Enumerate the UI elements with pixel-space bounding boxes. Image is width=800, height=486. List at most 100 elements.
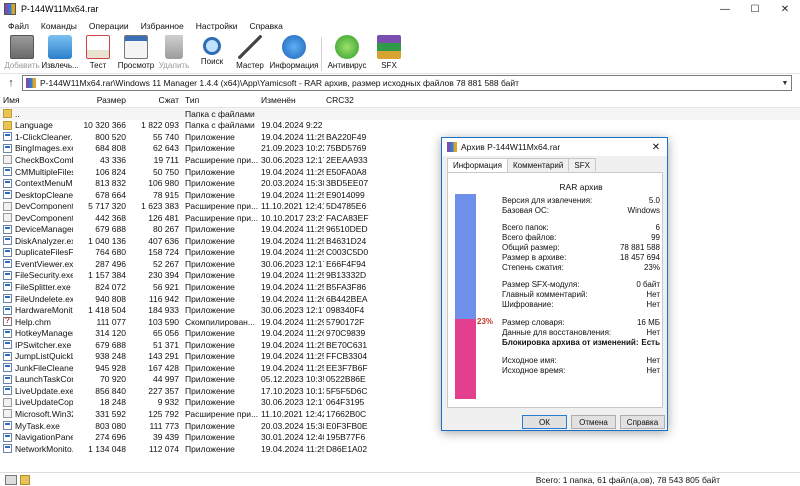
toolbar-info-button[interactable]: Информация: [269, 34, 319, 74]
file-type: Приложение: [185, 362, 235, 373]
file-row[interactable]: Help.chm 111 077 103 590 Скомпилирован... 19…: [0, 316, 800, 328]
file-row[interactable]: IPSwitcher.exe 679 688 51 371 Приложение 19.…: [0, 339, 800, 351]
file-row[interactable]: LiveUpdate.exe 856 840 227 357 Приложение 17…: [0, 385, 800, 397]
toolbar-view-button[interactable]: Просмотр: [117, 34, 155, 74]
ok-button[interactable]: ОК: [522, 415, 567, 429]
file-row[interactable]: 1-ClickCleaner.e... 800 520 55 740 Приложен…: [0, 131, 800, 143]
close-button[interactable]: ✕: [770, 0, 800, 18]
toolbar-test-button[interactable]: Тест: [79, 34, 117, 74]
file-name-text: MyTask.exe: [15, 420, 60, 431]
file-type: Приложение: [185, 432, 235, 443]
file-modified: 30.06.2023 12:17: [261, 397, 324, 408]
column-header-type[interactable]: Тип: [181, 95, 259, 105]
file-packed-size: 50 750: [153, 166, 179, 177]
file-row[interactable]: HardwareMonit... 1 418 504 184 933 Приложен…: [0, 304, 800, 316]
file-row[interactable]: BingImages.exe 684 808 62 643 Приложение 21.…: [0, 143, 800, 155]
file-modified: 20.03.2024 15:38: [261, 178, 324, 189]
file-name-text: DesktopCleaner...: [15, 189, 73, 200]
cancel-button[interactable]: Отмена: [571, 415, 616, 429]
tab-info[interactable]: Информация: [447, 158, 508, 172]
file-row[interactable]: DiskAnalyzer.exe 1 040 136 407 636 Приложен…: [0, 235, 800, 247]
file-row[interactable]: ContextMenuM... 813 832 106 980 Приложение 2…: [0, 177, 800, 189]
file-row[interactable]: DuplicateFilesFi... 764 680 158 724 Приложе…: [0, 247, 800, 259]
file-row[interactable]: HotkeyManager... 314 120 65 056 Приложение 1…: [0, 327, 800, 339]
menu-settings[interactable]: Настройки: [190, 21, 244, 31]
minimize-button[interactable]: —: [710, 0, 740, 18]
dialog-close-button[interactable]: ✕: [645, 142, 667, 153]
extract-folder-icon: [48, 35, 72, 59]
toolbar-sfx-button[interactable]: SFX: [370, 34, 408, 74]
file-size: 824 072: [95, 281, 126, 292]
dll-file-icon: [3, 213, 12, 223]
file-row[interactable]: NetworkMonito... 1 134 048 112 074 Приложен…: [0, 443, 800, 455]
column-header-modified[interactable]: Изменён: [259, 95, 324, 105]
maximize-button[interactable]: ☐: [740, 0, 770, 18]
menu-favorites[interactable]: Избранное: [135, 21, 190, 31]
exe-file-icon: [3, 363, 12, 373]
file-row[interactable]: DevComponent... 442 368 126 481 Расширение …: [0, 212, 800, 224]
archive-path-field[interactable]: P-144W11Mx64.rar\Windows 11 Manager 1.4.…: [22, 75, 792, 91]
help-button[interactable]: Справка: [620, 415, 665, 429]
menu-commands[interactable]: Команды: [35, 21, 83, 31]
file-name-text: JunkFileCleaner...: [15, 362, 73, 373]
file-row[interactable]: CheckBoxComb... 43 336 19 711 Расширение пр…: [0, 154, 800, 166]
file-row[interactable]: Language 10 320 366 1 822 093 Папка с файла…: [0, 120, 800, 132]
column-header-name[interactable]: Имя: [0, 95, 73, 105]
file-packed-size: 9 932: [157, 397, 179, 408]
toolbar-wizard-label: Мастер: [236, 61, 264, 70]
file-packed-size: 184 933: [148, 305, 179, 316]
property-label: Версия для извлечения:: [502, 196, 593, 205]
file-row[interactable]: CMMultipleFiles... 106 824 50 750 Приложени…: [0, 166, 800, 178]
toolbar-add-button[interactable]: Добавить: [3, 34, 41, 74]
file-row[interactable]: JunkFileCleaner... 945 928 167 428 Приложен…: [0, 362, 800, 374]
file-row[interactable]: DesktopCleaner... 678 664 78 915 Приложение…: [0, 189, 800, 201]
dll-file-icon: [3, 409, 12, 419]
file-modified: 19.04.2024 11:25: [261, 224, 324, 235]
archive-property-row: Исходное имя: Нет: [502, 356, 660, 366]
file-crc: 970C9839: [326, 328, 366, 339]
column-header-packed[interactable]: Сжат: [128, 95, 181, 105]
column-header-size[interactable]: Размер: [73, 95, 128, 105]
menu-help[interactable]: Справка: [243, 21, 288, 31]
toolbar-antivirus-button[interactable]: Антивирус: [324, 34, 370, 74]
tab-comment[interactable]: Комментарий: [506, 158, 570, 171]
toolbar-extract-button[interactable]: Извлечь...: [41, 34, 79, 74]
file-row[interactable]: LaunchTaskCom... 70 920 44 997 Приложение 05…: [0, 374, 800, 386]
tab-sfx[interactable]: SFX: [568, 158, 596, 171]
file-row[interactable]: EventViewer.exe 287 496 52 267 Приложение 30…: [0, 258, 800, 270]
file-row[interactable]: FileSecurity.exe 1 157 384 230 394 Приложен…: [0, 270, 800, 282]
file-row[interactable]: .. Папка с файлами: [0, 108, 800, 120]
toolbar-find-button[interactable]: Поиск: [193, 34, 231, 74]
file-packed-size: 51 371: [153, 339, 179, 350]
toolbar-wizard-button[interactable]: Мастер: [231, 34, 269, 74]
file-row[interactable]: DeviceManager.... 679 688 80 267 Приложение…: [0, 223, 800, 235]
file-row[interactable]: FileSplitter.exe 824 072 56 921 Приложение 1…: [0, 281, 800, 293]
column-header-crc[interactable]: CRC32: [324, 95, 369, 105]
file-row[interactable]: Microsoft.Win32... 331 592 125 792 Расширен…: [0, 408, 800, 420]
exe-file-icon: [3, 444, 12, 454]
file-row[interactable]: MyTask.exe 803 080 111 773 Приложение 20.03.…: [0, 420, 800, 432]
menu-operations[interactable]: Операции: [83, 21, 135, 31]
file-type: Расширение при...: [185, 212, 259, 223]
file-row[interactable]: FileUndelete.exe 940 808 116 942 Приложение…: [0, 293, 800, 305]
file-list[interactable]: Имя Размер Сжат Тип Изменён CRC32 .. Папк…: [0, 92, 800, 472]
menu-file[interactable]: Файл: [2, 21, 35, 31]
file-row[interactable]: DevComponent... 5 717 320 1 623 383 Расшире…: [0, 200, 800, 212]
toolbar-delete-button[interactable]: Удалить: [155, 34, 193, 74]
chevron-down-icon[interactable]: ▼: [779, 80, 791, 87]
dialog-buttons: ОК Отмена Справка: [442, 415, 669, 429]
file-modified: 19.04.2024 11:25: [261, 351, 324, 362]
file-name: ContextMenuM...: [0, 178, 73, 188]
file-name: ..: [0, 109, 73, 119]
file-name-text: DuplicateFilesFi...: [15, 247, 73, 258]
archive-property-row: Всего папок: 6: [502, 223, 660, 233]
file-row[interactable]: LiveUpdateCopy... 18 248 9 932 Приложение 30…: [0, 397, 800, 409]
up-one-level-button[interactable]: ↑: [0, 77, 22, 89]
file-crc: B4631D24: [326, 235, 367, 246]
file-type: Приложение: [185, 143, 235, 154]
file-row[interactable]: NavigationPane... 274 696 39 439 Приложение…: [0, 431, 800, 443]
file-row[interactable]: JumpListQuickL... 938 248 143 291 Приложени…: [0, 350, 800, 362]
property-label: Данные для восстановления:: [502, 328, 612, 337]
exe-file-icon: [3, 432, 12, 442]
file-crc: 5790172F: [326, 316, 365, 327]
